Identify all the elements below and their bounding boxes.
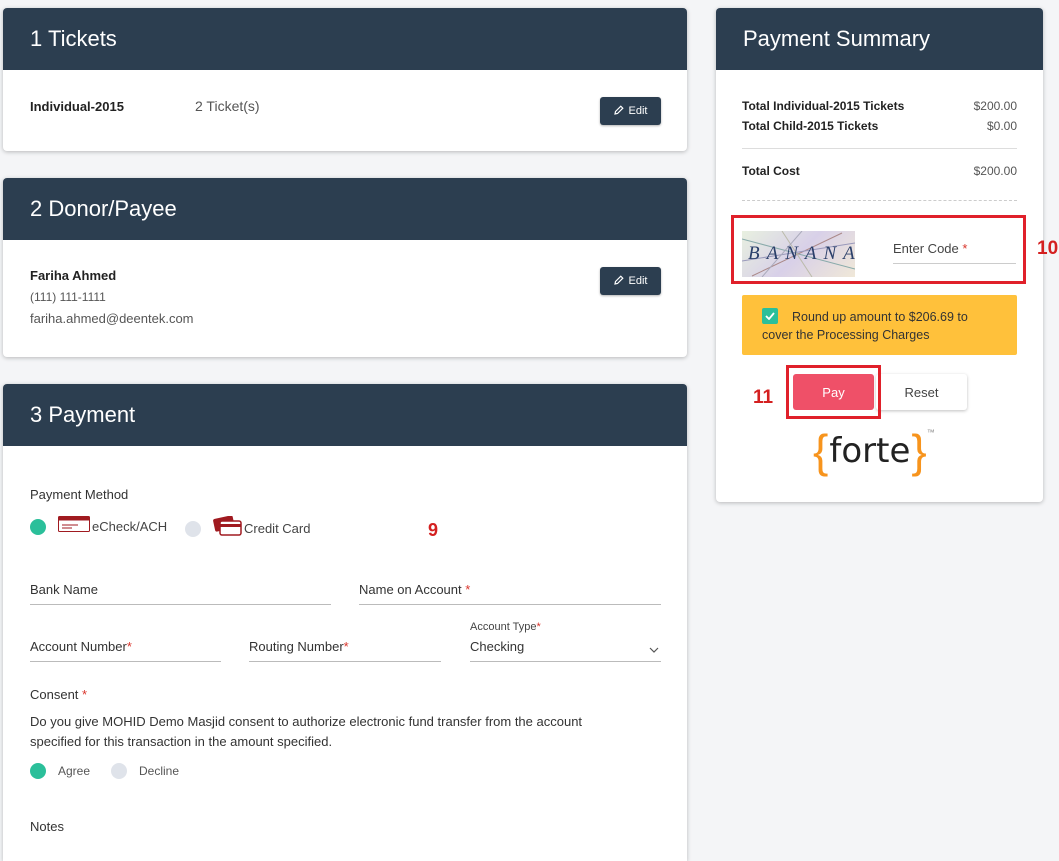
account-number-required: * — [126, 639, 132, 654]
donor-phone: (111) 111-1111 — [30, 290, 106, 304]
consent-required: * — [82, 687, 88, 702]
donor-edit-label: Edit — [628, 275, 648, 287]
summary-total-label: Total Cost — [742, 164, 800, 178]
account-number-placeholder: Account Number — [30, 639, 127, 654]
consent-label-text: Consent — [30, 687, 79, 702]
forte-logo-tm: ™ — [926, 428, 935, 437]
tickets-edit-label: Edit — [628, 105, 648, 117]
summary-row-child-label: Total Child-2015 Tickets — [742, 119, 879, 133]
consent-agree-option[interactable]: Agree — [30, 763, 90, 779]
consent-decline-label: Decline — [139, 764, 180, 778]
annotation-box-code — [731, 215, 1026, 284]
summary-row-child: Total Child-2015 Tickets $0.00 — [742, 119, 1017, 133]
payment-method-credit-card[interactable]: Credit Card — [185, 515, 311, 541]
consent-label: Consent * — [30, 687, 87, 702]
echeck-radio[interactable] — [30, 518, 46, 535]
summary-row-individual-value: $200.00 — [973, 99, 1017, 113]
summary-total: Total Cost $200.00 — [742, 164, 1017, 178]
summary-row-individual-label: Total Individual-2015 Tickets — [742, 99, 905, 113]
account-type-label-text: Account Type — [470, 621, 537, 633]
forte-logo-text: forte — [829, 431, 911, 471]
chevron-down-icon — [649, 642, 659, 657]
echeck-label: eCheck/ACH — [92, 519, 168, 534]
summary-total-value: $200.00 — [973, 164, 1017, 178]
tickets-card: 1 Tickets Individual-2015 2 Ticket(s) Ed… — [3, 8, 687, 151]
roundup-checkbox[interactable] — [762, 308, 778, 324]
donor-edit-button[interactable]: Edit — [600, 267, 661, 295]
account-type-required: * — [536, 621, 541, 633]
reset-label: Reset — [904, 384, 939, 400]
consent-agree-radio[interactable] — [30, 763, 46, 779]
brace-left-icon: { — [813, 425, 829, 477]
notes-label: Notes — [30, 819, 64, 834]
tickets-heading: 1 Tickets — [3, 8, 687, 70]
credit-card-radio[interactable] — [185, 520, 201, 537]
consent-agree-label: Agree — [58, 764, 91, 778]
payment-method-label: Payment Method — [30, 487, 129, 502]
routing-number-required: * — [343, 639, 349, 654]
annotation-box-pay — [786, 365, 881, 419]
donor-name: Fariha Ahmed — [30, 268, 117, 283]
reset-button[interactable]: Reset — [876, 374, 967, 410]
consent-decline-option[interactable]: Decline — [111, 763, 179, 779]
roundup-text: Round up amount to $206.69 to cover the … — [762, 310, 968, 342]
name-on-account-required: * — [465, 582, 471, 597]
summary-divider — [742, 148, 1017, 149]
routing-number-input[interactable]: Routing Number* — [249, 639, 441, 662]
check-icon — [58, 516, 90, 537]
credit-card-label: Credit Card — [244, 521, 311, 536]
bank-name-input[interactable]: Bank Name — [30, 582, 331, 605]
account-type-label: Account Type* — [470, 621, 541, 633]
donor-card: 2 Donor/Payee Fariha Ahmed (111) 111-111… — [3, 178, 687, 357]
credit-card-icon — [213, 515, 243, 541]
pencil-icon — [613, 274, 624, 288]
account-type-value: Checking — [470, 639, 525, 654]
name-on-account-placeholder: Name on Account — [359, 582, 462, 597]
brace-right-icon: } — [911, 425, 927, 477]
summary-row-child-value: $0.00 — [986, 119, 1017, 133]
bank-name-placeholder: Bank Name — [30, 582, 98, 597]
payment-heading: 3 Payment — [3, 384, 687, 446]
name-on-account-input[interactable]: Name on Account * — [359, 582, 661, 605]
annotation-9: 9 — [428, 520, 439, 540]
annotation-11: 11 — [753, 387, 774, 408]
pencil-icon — [613, 104, 624, 118]
account-type-select[interactable]: Checking — [470, 639, 661, 662]
ticket-item-qty: 2 Ticket(s) — [195, 98, 260, 114]
forte-logo: { forte } ™ — [813, 426, 935, 476]
consent-decline-radio[interactable] — [111, 763, 127, 779]
consent-text: Do you give MOHID Demo Masjid consent to… — [30, 714, 583, 749]
account-number-input[interactable]: Account Number* — [30, 639, 221, 662]
annotation-10: 10 — [1037, 238, 1059, 259]
donor-heading: 2 Donor/Payee — [3, 178, 687, 240]
payment-card: 3 Payment Payment Method eCheck/ACH Cred… — [3, 384, 687, 861]
ticket-item-name: Individual-2015 — [30, 99, 124, 114]
payment-summary-heading: Payment Summary — [716, 8, 1043, 70]
donor-email: fariha.ahmed@deentek.com — [30, 311, 194, 326]
routing-number-placeholder: Routing Number — [249, 639, 344, 654]
tickets-edit-button[interactable]: Edit — [600, 97, 661, 125]
roundup-box: Round up amount to $206.69 to cover the … — [742, 295, 1017, 355]
summary-dashed-divider — [742, 200, 1017, 201]
summary-row-individual: Total Individual-2015 Tickets $200.00 — [742, 99, 1017, 113]
payment-method-echeck[interactable]: eCheck/ACH — [30, 516, 167, 537]
